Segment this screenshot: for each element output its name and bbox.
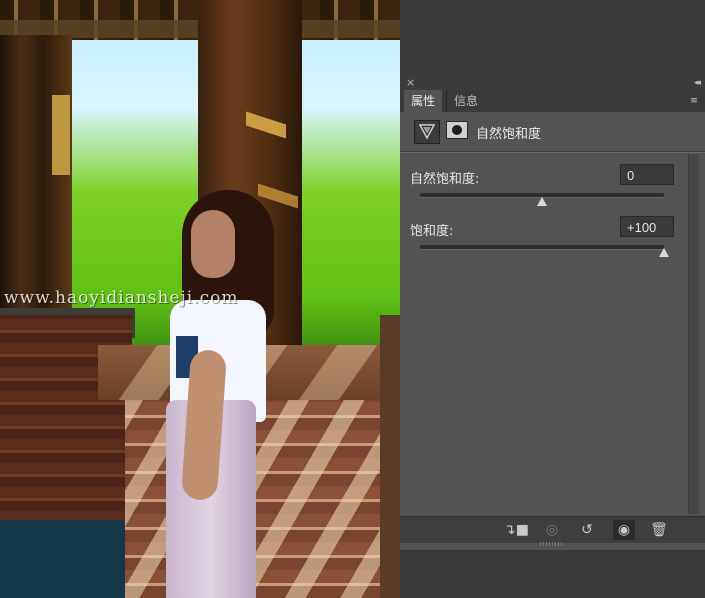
saturation-slider-thumb[interactable]: [659, 248, 669, 257]
saturation-value-field[interactable]: +100: [620, 216, 674, 237]
collapse-icon[interactable]: ◂◂: [694, 77, 701, 89]
woman-face: [191, 210, 235, 278]
workspace-background-bottom: [400, 550, 705, 598]
saturation-slider-track[interactable]: [420, 245, 664, 250]
panel-menu-icon[interactable]: ≡: [687, 94, 701, 108]
clip-to-layer-icon[interactable]: ↴■: [504, 520, 529, 540]
panel-footer-toolbar: ↴■ ◎ ↺ ◉ 🗑: [400, 516, 705, 543]
trash-icon[interactable]: 🗑: [648, 520, 670, 540]
floor: [0, 520, 135, 598]
panel-tab-bar: 属性 信息 ≡: [400, 90, 705, 112]
adjustment-header: 自然饱和度: [400, 112, 705, 152]
visibility-eye-icon[interactable]: ◉: [613, 520, 635, 540]
adjustment-layer-name: 自然饱和度: [476, 127, 542, 142]
vibrance-value-field[interactable]: 0: [620, 164, 674, 185]
workspace-background: [400, 0, 705, 76]
tab-properties[interactable]: 属性: [404, 90, 442, 112]
wooden-post-right: [380, 315, 400, 598]
layer-mask-icon[interactable]: [446, 121, 468, 139]
watermark-text: www.haoyidiansheji.com: [4, 288, 239, 308]
properties-panel: × ◂◂ 属性 信息 ≡ 自然饱和度 自然饱和度: 0 饱和度: +100 ↴■…: [400, 76, 705, 550]
close-icon[interactable]: ×: [406, 77, 418, 89]
view-previous-state-icon[interactable]: ◎: [541, 520, 563, 540]
wooden-post-left: [0, 35, 72, 315]
reset-icon[interactable]: ↺: [576, 520, 598, 540]
document-canvas[interactable]: www.haoyidiansheji.com: [0, 0, 400, 598]
panel-scrollbar[interactable]: [688, 154, 699, 514]
resize-grip[interactable]: [540, 542, 564, 546]
divider: [400, 152, 705, 153]
vibrance-label: 自然饱和度:: [410, 172, 480, 187]
panel-title-bar[interactable]: × ◂◂: [400, 76, 705, 90]
saturation-label: 饱和度:: [410, 224, 454, 239]
vibrance-adjustment-icon[interactable]: [414, 120, 440, 144]
tab-info[interactable]: 信息: [446, 90, 485, 112]
vibrance-slider-thumb[interactable]: [537, 197, 547, 206]
